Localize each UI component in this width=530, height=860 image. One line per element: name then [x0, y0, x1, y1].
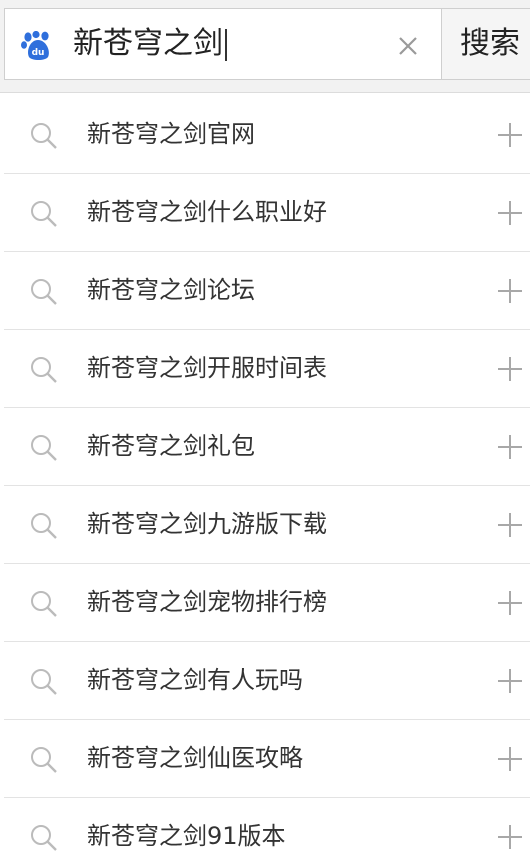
suggestion-item[interactable]: 新苍穹之剑礼包 — [4, 408, 530, 486]
text-caret — [225, 28, 227, 61]
search-header: du 新苍穹之剑 搜索 — [0, 0, 530, 93]
suggestion-label: 新苍穹之剑九游版下载 — [87, 510, 327, 538]
search-suggestion-page: du 新苍穹之剑 搜索 新苍穹之剑官网 新苍穹之剑什么职业好 新苍穹之剑论坛 新… — [0, 0, 530, 860]
plus-icon[interactable] — [497, 434, 523, 460]
plus-icon[interactable] — [497, 824, 523, 850]
baidu-paw-icon: du — [21, 31, 49, 60]
search-icon — [31, 669, 57, 695]
svg-text:du: du — [32, 48, 45, 58]
suggestion-label: 新苍穹之剑宠物排行榜 — [87, 588, 327, 616]
search-icon — [31, 591, 57, 617]
suggestion-list: 新苍穹之剑官网 新苍穹之剑什么职业好 新苍穹之剑论坛 新苍穹之剑开服时间表 新苍… — [4, 96, 530, 860]
close-icon[interactable] — [393, 31, 423, 61]
search-icon — [31, 825, 57, 851]
search-icon — [31, 435, 57, 461]
search-icon — [31, 513, 57, 539]
plus-icon[interactable] — [497, 122, 523, 148]
suggestion-item[interactable]: 新苍穹之剑91版本 — [4, 798, 530, 860]
plus-icon[interactable] — [497, 590, 523, 616]
plus-icon[interactable] — [497, 356, 523, 382]
plus-icon[interactable] — [497, 668, 523, 694]
suggestion-item[interactable]: 新苍穹之剑开服时间表 — [4, 330, 530, 408]
suggestion-item[interactable]: 新苍穹之剑仙医攻略 — [4, 720, 530, 798]
plus-icon[interactable] — [497, 200, 523, 226]
plus-icon[interactable] — [497, 512, 523, 538]
search-query: 新苍穹之剑 — [73, 26, 223, 61]
search-icon — [31, 747, 57, 773]
suggestion-label: 新苍穹之剑官网 — [87, 120, 255, 148]
search-icon — [31, 357, 57, 383]
search-input[interactable]: du 新苍穹之剑 — [4, 8, 441, 80]
suggestion-label: 新苍穹之剑什么职业好 — [87, 198, 327, 226]
suggestion-label: 新苍穹之剑开服时间表 — [87, 354, 327, 382]
search-icon — [31, 279, 57, 305]
suggestion-item[interactable]: 新苍穹之剑论坛 — [4, 252, 530, 330]
suggestion-label: 新苍穹之剑论坛 — [87, 276, 255, 304]
search-icon — [31, 123, 57, 149]
suggestion-item[interactable]: 新苍穹之剑宠物排行榜 — [4, 564, 530, 642]
suggestion-item[interactable]: 新苍穹之剑有人玩吗 — [4, 642, 530, 720]
suggestion-item[interactable]: 新苍穹之剑官网 — [4, 96, 530, 174]
suggestion-label: 新苍穹之剑91版本 — [87, 822, 286, 850]
suggestion-item[interactable]: 新苍穹之剑什么职业好 — [4, 174, 530, 252]
suggestion-label: 新苍穹之剑仙医攻略 — [87, 744, 303, 772]
plus-icon[interactable] — [497, 746, 523, 772]
search-icon — [31, 201, 57, 227]
search-query-text[interactable]: 新苍穹之剑 — [73, 24, 227, 64]
plus-icon[interactable] — [497, 278, 523, 304]
suggestion-item[interactable]: 新苍穹之剑九游版下载 — [4, 486, 530, 564]
suggestion-label: 新苍穹之剑有人玩吗 — [87, 666, 303, 694]
suggestion-label: 新苍穹之剑礼包 — [87, 432, 255, 460]
search-button[interactable]: 搜索 — [441, 8, 530, 80]
